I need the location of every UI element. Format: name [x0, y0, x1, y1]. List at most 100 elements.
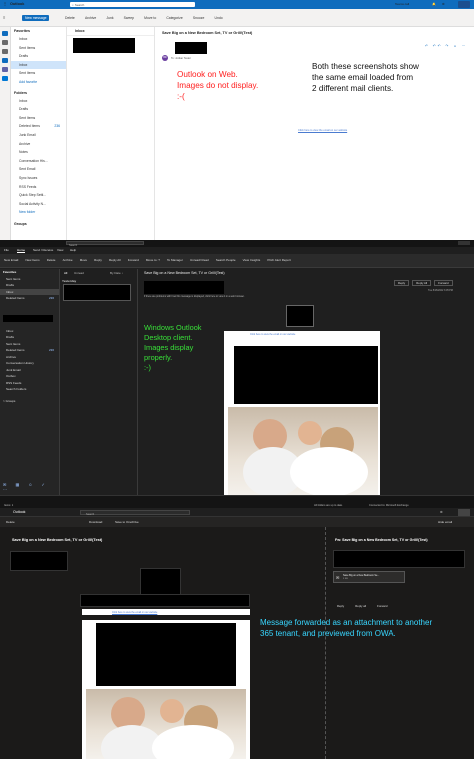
- tab-file[interactable]: File: [4, 248, 9, 252]
- folder-item[interactable]: Search Folders: [0, 386, 59, 393]
- reply-button[interactable]: Reply: [337, 604, 344, 608]
- desktop-panel: Search File Home Send / Receive View Hel…: [0, 240, 474, 508]
- add-favorite-link[interactable]: Add favorite: [11, 78, 66, 87]
- filter-unread[interactable]: Unread: [74, 271, 84, 275]
- new-folder-link[interactable]: New folder: [11, 208, 66, 217]
- redacted-message-item[interactable]: [73, 38, 135, 53]
- people-icon[interactable]: [2, 49, 8, 54]
- sweep-button[interactable]: Sweep: [124, 9, 134, 27]
- folder-item[interactable]: Drafts: [11, 52, 66, 61]
- view-online-link[interactable]: Click here to view the email on our webs…: [82, 611, 157, 614]
- unread-read-button[interactable]: Unread/ Read: [190, 254, 209, 266]
- teams-icon[interactable]: [2, 67, 8, 72]
- reply-all-button[interactable]: Reply All: [412, 280, 432, 286]
- forward-button[interactable]: Forward: [434, 280, 453, 286]
- module-switcher-icons[interactable]: ✉ ▦ ☺ ✓ ⋯: [3, 482, 59, 492]
- sort-dropdown[interactable]: By Date ↓: [110, 271, 123, 275]
- calendar-icon[interactable]: [2, 40, 8, 45]
- junk-button[interactable]: Junk: [106, 9, 113, 27]
- delete-button[interactable]: Delete: [6, 520, 15, 524]
- report-button[interactable]: Pitch Alert Report: [267, 254, 290, 266]
- redacted-message-item[interactable]: [63, 284, 131, 301]
- search-input[interactable]: ⌕ Search: [70, 2, 195, 7]
- bell-icon[interactable]: 🔔: [432, 2, 436, 6]
- folder-item[interactable]: Social Activity N...: [11, 200, 66, 209]
- groups-header[interactable]: Groups: [11, 220, 66, 228]
- info-bar[interactable]: If there are problems with how this mess…: [144, 295, 245, 298]
- folder-item[interactable]: Sent Items: [11, 69, 66, 78]
- categorize-button[interactable]: Categorize: [166, 9, 182, 27]
- attachment-preview: Save Big on a New Bedroom Set, TV or Gri…: [0, 527, 325, 759]
- hide-email-button[interactable]: Hide email: [438, 520, 452, 524]
- search-input[interactable]: Search: [80, 510, 190, 516]
- forward-button[interactable]: Forward: [128, 254, 139, 266]
- folder-item[interactable]: Deleted Items 236: [0, 295, 59, 302]
- tab-send-receive[interactable]: Send / Receive: [33, 248, 53, 252]
- hamburger-icon[interactable]: ≡: [3, 15, 5, 20]
- folder-item[interactable]: Sent Items: [11, 44, 66, 53]
- folder-item[interactable]: Archive: [11, 140, 66, 149]
- reply-all-button[interactable]: Reply all: [355, 604, 366, 608]
- folders-header[interactable]: Folders: [11, 89, 66, 97]
- reply-button[interactable]: Reply: [94, 254, 102, 266]
- archive-button[interactable]: Archive: [85, 9, 96, 27]
- list-tab-inbox[interactable]: Inbox: [67, 27, 154, 36]
- move-button[interactable]: Move: [80, 254, 87, 266]
- folder-item[interactable]: Conversation His...: [11, 157, 66, 166]
- folder-item-selected[interactable]: Inbox: [11, 60, 66, 70]
- mail-icon[interactable]: [2, 31, 8, 36]
- quick-step-move[interactable]: Move to: ?: [146, 254, 160, 266]
- window-controls[interactable]: [458, 241, 470, 245]
- folder-item[interactable]: Junk Email: [11, 131, 66, 140]
- folder-item[interactable]: Sent Email: [11, 165, 66, 174]
- attachment-name: Save Big on a New Bedroom Se...: [343, 574, 380, 577]
- undo-button[interactable]: Undo: [215, 9, 223, 27]
- todo-icon[interactable]: [2, 76, 8, 81]
- reply-all-button[interactable]: Reply All: [109, 254, 121, 266]
- forward-button[interactable]: Forward: [377, 604, 387, 608]
- search-people-input[interactable]: Search People: [216, 254, 236, 266]
- folder-item[interactable]: Inbox: [11, 97, 66, 106]
- tab-help[interactable]: Help: [70, 248, 76, 252]
- gear-icon[interactable]: ⚙: [440, 510, 443, 514]
- redacted-mailbox-name[interactable]: [3, 315, 53, 322]
- folder-item[interactable]: Sent Items: [11, 114, 66, 123]
- tab-view[interactable]: View: [57, 248, 63, 252]
- delete-button[interactable]: Delete: [65, 9, 75, 27]
- new-message-button[interactable]: New message: [22, 15, 50, 21]
- ribbon: New Email New Items Delete Archive Move …: [0, 254, 474, 268]
- view-insights-button[interactable]: View Insights: [243, 254, 261, 266]
- folder-item[interactable]: Notes: [11, 148, 66, 157]
- download-button[interactable]: Download: [89, 520, 102, 524]
- avatar[interactable]: [458, 509, 470, 516]
- save-to-onedrive-button[interactable]: Save to OneDrive: [115, 520, 139, 524]
- folder-item[interactable]: Quick Step Setti...: [11, 191, 66, 200]
- reply-button[interactable]: Reply: [394, 280, 410, 286]
- folder-item[interactable]: RSS Feeds: [11, 183, 66, 192]
- files-icon[interactable]: [2, 58, 8, 63]
- attachment-card[interactable]: ✉ Save Big on a New Bedroom Se... 3 KB: [333, 571, 405, 583]
- filter-all[interactable]: All: [64, 271, 67, 275]
- groups-header[interactable]: > Groups: [0, 398, 59, 405]
- folder-item[interactable]: Drafts: [11, 105, 66, 114]
- new-email-button[interactable]: New Email: [4, 254, 18, 266]
- email-body-top: Click here to view the email on our webs…: [82, 609, 250, 615]
- archive-button[interactable]: Archive: [63, 254, 73, 266]
- gear-icon[interactable]: ⚙: [442, 2, 445, 6]
- reply-actions-icons[interactable]: ↶ ↶↶ ↷ ☺ ⋯: [425, 44, 467, 48]
- quick-step-manager[interactable]: To Manager: [167, 254, 183, 266]
- folder-item[interactable]: Sync Issues: [11, 174, 66, 183]
- search-input[interactable]: Search: [66, 241, 144, 247]
- meet-now-button[interactable]: Teams call: [395, 2, 409, 6]
- folder-item[interactable]: Deleted Items 236: [11, 122, 66, 131]
- snooze-button[interactable]: Snooze: [193, 9, 205, 27]
- tab-home[interactable]: Home: [17, 248, 25, 252]
- avatar[interactable]: [458, 1, 470, 8]
- app-launcher-icon[interactable]: ⋮: [3, 1, 7, 6]
- folder-item[interactable]: Inbox: [11, 35, 66, 44]
- new-items-button[interactable]: New Items: [25, 254, 39, 266]
- delete-button[interactable]: Delete: [47, 254, 56, 266]
- favorites-header[interactable]: Favorites: [11, 27, 66, 35]
- move-to-button[interactable]: Move to: [144, 9, 156, 27]
- view-online-link[interactable]: Click here to view the email on our webs…: [298, 129, 347, 132]
